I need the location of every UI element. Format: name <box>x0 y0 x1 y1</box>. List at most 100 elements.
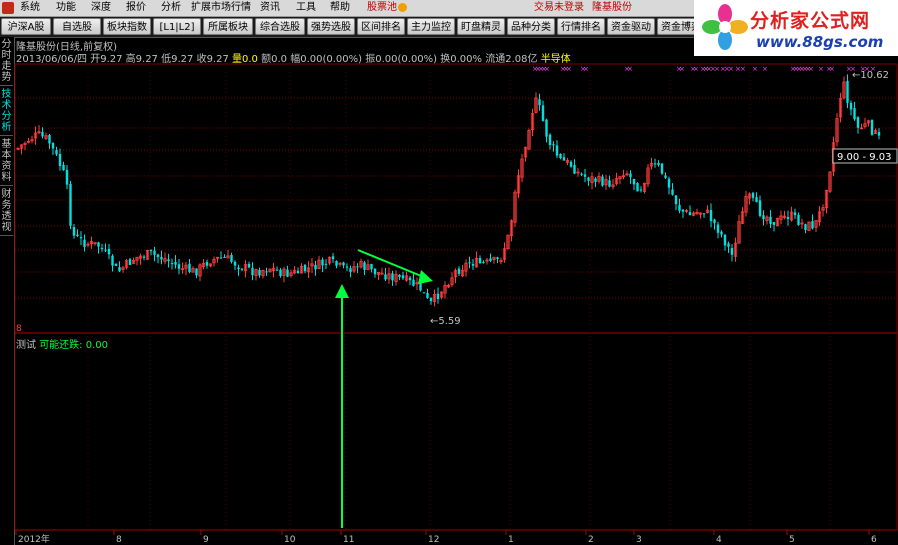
time-axis: 2012年 8 9 10 11 12 1 2 3 4 5 6 <box>15 529 897 545</box>
candle-body-down <box>412 279 415 286</box>
candle-body-down <box>65 169 69 185</box>
candle-body-down <box>552 144 555 146</box>
candle-body-down <box>251 267 254 276</box>
candle-body-down <box>195 268 198 276</box>
candle-body-down <box>660 163 664 174</box>
candle-body-down <box>237 267 240 270</box>
candle-body-down <box>667 178 671 188</box>
candle-body-down <box>149 249 153 252</box>
candle-body-down <box>587 177 590 181</box>
axis-label: 11 <box>343 535 354 545</box>
kline-chart[interactable]: ××××× ××× ×× ×× ×× ×× ××××× ××× × × × × ××××××× × ×× ××… <box>0 0 898 545</box>
candle-body-down <box>727 243 730 247</box>
candle-body-down <box>167 259 170 262</box>
candle-body-down <box>681 209 685 212</box>
candle-body-down <box>48 135 51 144</box>
candle-body-down <box>349 268 352 273</box>
indicator-series-label: 可能还跌: <box>39 340 83 351</box>
axis-label: 2012年 <box>18 533 50 545</box>
signal-marker: × <box>762 65 768 73</box>
candle-body-down <box>541 105 545 121</box>
high-price-mark: ←10.62 <box>852 70 889 81</box>
candle-body-down <box>335 260 338 266</box>
indicator-name[interactable]: 测试 <box>16 340 36 351</box>
candle-body-down <box>83 239 86 247</box>
candle-body-down <box>303 264 307 272</box>
signal-marker: × <box>818 65 824 73</box>
signal-marker: × <box>714 65 720 73</box>
candle-body-down <box>275 269 279 271</box>
candle-body-down <box>713 219 716 224</box>
candle-body-down <box>342 262 345 266</box>
signal-marker: × <box>693 65 699 73</box>
candle-body-down <box>160 256 163 260</box>
candle-body-down <box>471 263 475 266</box>
candle-body-down <box>104 249 107 251</box>
candle-body-down <box>331 256 335 260</box>
candle-body-down <box>436 293 440 300</box>
candle-body-down <box>671 189 674 195</box>
candle-body-down <box>709 210 713 222</box>
candle-body-down <box>247 263 251 268</box>
candle-body-down <box>636 183 639 192</box>
chart-grid <box>14 63 898 531</box>
candle-body-down <box>205 261 209 266</box>
chart-frame <box>14 63 898 531</box>
candle-body-down <box>128 259 132 266</box>
candle-body-down <box>230 254 233 262</box>
candle-body-down <box>632 178 636 185</box>
candle-body-down <box>762 215 765 220</box>
signal-marker: × <box>583 65 589 73</box>
candle-body-down <box>849 102 853 110</box>
candle-body-down <box>223 256 226 258</box>
candle-body-down <box>548 134 552 146</box>
candle-body-down <box>258 269 261 276</box>
annotations: ←10.62 ←5.59 9.00 - 9.03 8 <box>16 70 898 528</box>
candle-body-down <box>772 222 776 225</box>
candle-body-down <box>279 269 282 277</box>
candle-body-down <box>629 173 632 178</box>
candle-body-down <box>324 263 328 265</box>
indicator-header: 测试 可能还跌: 0.00 <box>16 336 108 351</box>
candle-body-down <box>846 80 849 103</box>
candle-body-down <box>41 131 44 137</box>
axis-label: 4 <box>716 535 722 545</box>
signal-marker: × <box>679 65 685 73</box>
low-price-mark: ←5.59 <box>430 316 461 327</box>
candle-body-down <box>408 277 412 281</box>
candle-body-down <box>468 262 471 264</box>
candle-body-down <box>489 258 492 261</box>
candle-body-down <box>356 266 359 268</box>
candle-body-down <box>758 200 762 216</box>
candle-body-down <box>398 274 401 277</box>
candle-body-down <box>573 165 576 174</box>
candle-body-down <box>142 256 146 258</box>
axis-label: 5 <box>789 535 795 545</box>
range-box-label: 9.00 - 9.03 <box>837 152 892 163</box>
axis-label: 12 <box>428 535 439 545</box>
candle-body-down <box>653 163 657 165</box>
candle-body-down <box>793 212 797 216</box>
candle-body-down <box>265 271 268 273</box>
candle-body-down <box>580 173 583 175</box>
candle-body-down <box>594 178 597 182</box>
candle-body-down <box>384 274 387 280</box>
candle-body-down <box>674 195 678 205</box>
candle-body-down <box>62 164 65 171</box>
candle-body-down <box>426 293 429 299</box>
candle-body-down <box>639 189 643 191</box>
candle-body-down <box>76 234 79 237</box>
signal-marker: × <box>566 65 572 73</box>
candle-body-down <box>786 217 790 220</box>
candle-body-down <box>751 192 755 198</box>
candle-body-down <box>688 212 692 216</box>
candle-body-down <box>716 224 720 233</box>
candle-body-down <box>569 161 573 167</box>
candle-body-down <box>559 154 562 159</box>
candle-body-down <box>79 237 83 239</box>
candle-body-down <box>240 268 244 270</box>
candle-body-down <box>730 248 734 255</box>
signal-marker: × <box>808 65 814 73</box>
candle-body-down <box>429 297 433 302</box>
candle-body-down <box>233 261 237 266</box>
